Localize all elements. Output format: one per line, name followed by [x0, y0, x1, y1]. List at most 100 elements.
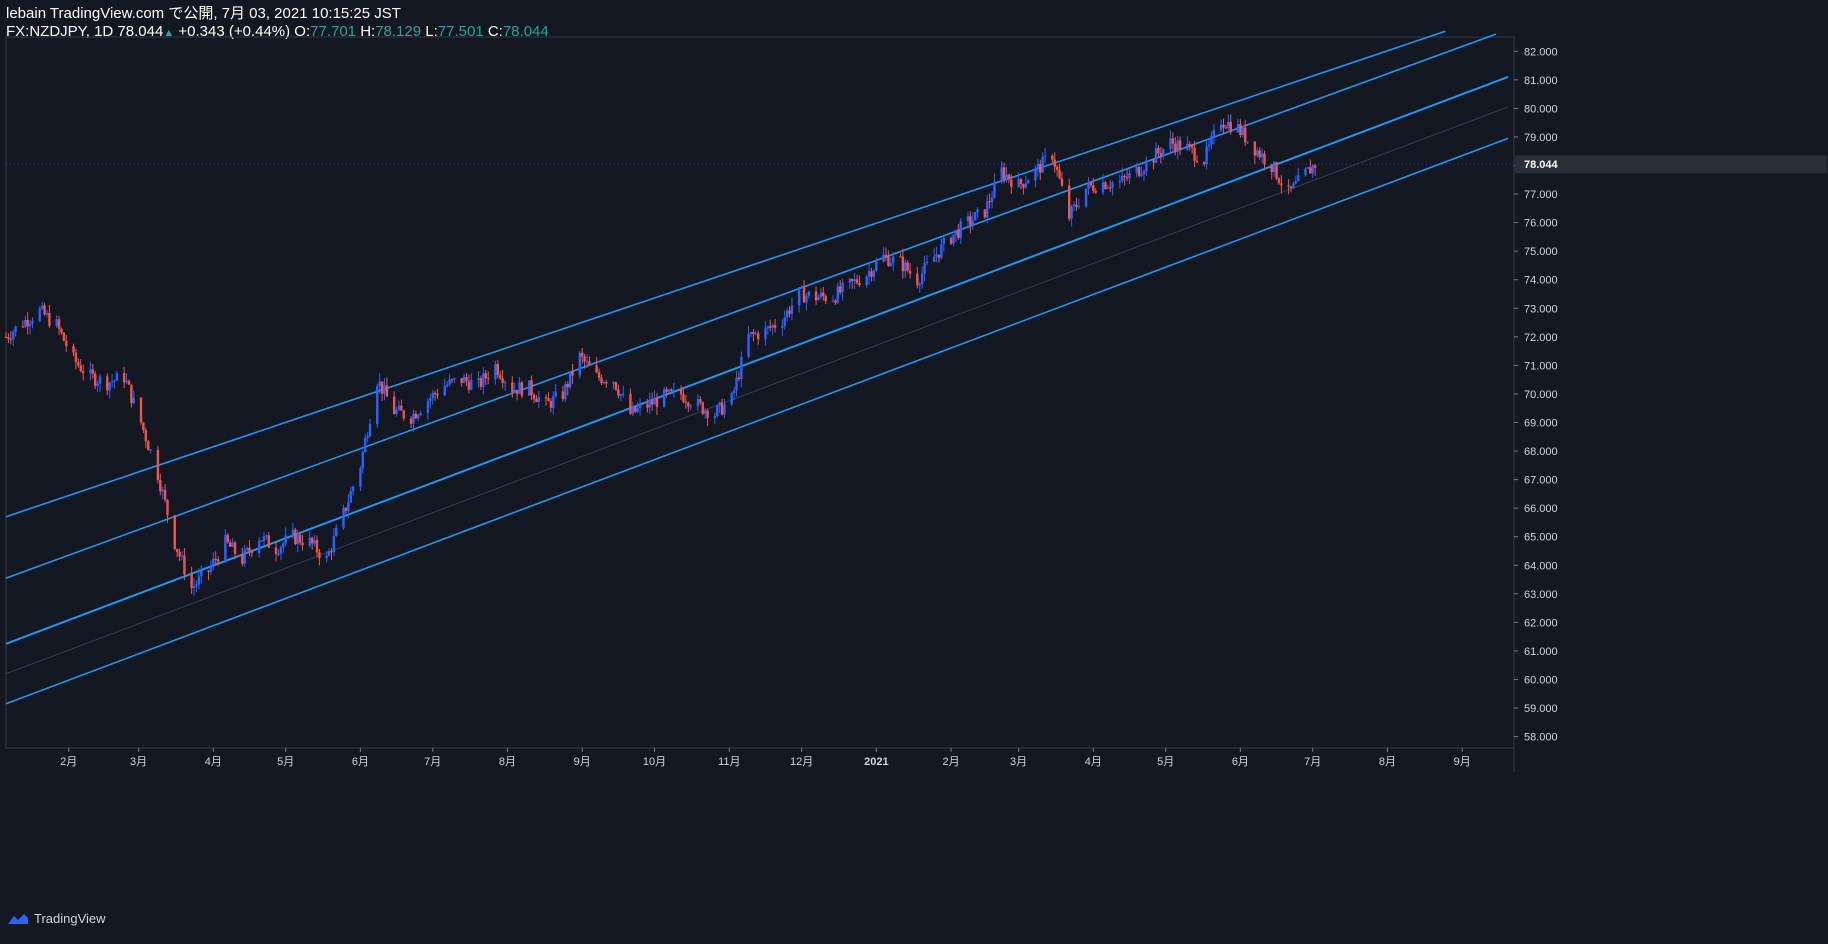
- candle-body: [1309, 167, 1312, 174]
- candle-body: [1000, 167, 1003, 182]
- y-tick-label: 62.000: [1524, 617, 1558, 629]
- y-tick-label: 63.000: [1524, 589, 1558, 601]
- candle-body: [361, 451, 365, 469]
- candle-body: [1246, 141, 1249, 143]
- candle-body: [1207, 144, 1211, 147]
- candle-body: [209, 566, 213, 572]
- candle-body: [40, 305, 44, 309]
- candle-body: [1154, 148, 1158, 163]
- candle-body: [279, 547, 283, 554]
- x-tick-label: 2月: [943, 756, 960, 768]
- candle-body: [819, 292, 823, 298]
- candle-body: [716, 406, 719, 417]
- candle-body: [183, 555, 186, 575]
- candle-body: [1075, 204, 1078, 207]
- candle-body: [45, 312, 49, 315]
- y-tick-label: 64.000: [1524, 560, 1558, 572]
- candle-body: [409, 418, 413, 424]
- candle-body: [595, 365, 598, 373]
- candle-body: [1297, 175, 1300, 182]
- plot-frame: [5, 36, 1515, 749]
- x-tick-label: 7月: [424, 756, 441, 768]
- y-tick-label: 71.000: [1524, 360, 1558, 372]
- candle-body: [771, 325, 774, 328]
- candle-body: [460, 378, 463, 384]
- candle-body: [841, 282, 844, 293]
- candle-body: [419, 413, 422, 416]
- candle-body: [1060, 178, 1064, 186]
- candle-body: [130, 384, 133, 403]
- candle-body: [954, 229, 958, 235]
- candle-body: [566, 383, 569, 388]
- candle-body: [400, 405, 403, 411]
- candle-body: [662, 389, 666, 407]
- candle-body: [98, 376, 102, 384]
- y-tick-label: 73.000: [1524, 303, 1558, 315]
- candle-body: [250, 551, 254, 554]
- candle-body: [380, 381, 384, 394]
- candle-body: [470, 379, 473, 390]
- candle-body: [764, 327, 767, 340]
- candle-body: [1002, 167, 1006, 179]
- y-tick-label: 72.000: [1524, 332, 1558, 344]
- candle-body: [477, 378, 480, 380]
- candle-body: [638, 404, 642, 409]
- candle-body: [395, 409, 398, 415]
- candle-body: [243, 549, 246, 564]
- candle-body: [349, 491, 352, 503]
- candle-body: [453, 378, 456, 380]
- candle-body: [291, 529, 295, 536]
- candle-body: [139, 397, 143, 423]
- candle-body: [224, 534, 227, 562]
- candle-body: [436, 394, 439, 396]
- candle-body: [12, 332, 15, 340]
- candle-body: [937, 254, 941, 258]
- candle-body: [1212, 130, 1216, 136]
- candle-body: [802, 286, 806, 303]
- candle-body: [368, 424, 372, 437]
- candle-body: [327, 551, 331, 556]
- candle-body: [48, 312, 51, 326]
- candle-body: [940, 244, 943, 258]
- candle-body: [26, 319, 29, 327]
- y-tick-label: 80.000: [1524, 103, 1558, 115]
- candle-body: [429, 398, 432, 402]
- candle-body: [1244, 127, 1247, 143]
- candle-body: [1108, 187, 1112, 189]
- x-tick-label: 4月: [1085, 756, 1102, 768]
- candle-body: [96, 383, 99, 386]
- candle-body: [1140, 174, 1143, 176]
- candle-body: [513, 389, 516, 393]
- candle-body: [175, 548, 179, 553]
- candle-body: [667, 389, 671, 392]
- x-tick-label: 4月: [205, 756, 222, 768]
- candle-body: [1289, 186, 1293, 189]
- candle-body: [785, 310, 789, 318]
- candle-body: [554, 391, 557, 397]
- channel-median-line: [5, 106, 1509, 675]
- candle-body: [687, 402, 690, 407]
- candle-body: [72, 346, 75, 353]
- candle-body: [1313, 165, 1317, 168]
- candle-body: [578, 352, 581, 376]
- candle-body: [265, 535, 268, 537]
- chart-area[interactable]: 82.00081.00080.00079.00078.00077.00076.0…: [0, 0, 1828, 939]
- candle-body: [518, 382, 521, 394]
- candle-body: [1277, 178, 1281, 184]
- candle-body: [501, 378, 504, 383]
- candle-body: [132, 397, 135, 403]
- candle-body: [600, 377, 603, 384]
- candle-body: [262, 536, 266, 541]
- candle-body: [511, 382, 514, 393]
- candle-body: [838, 286, 842, 293]
- y-tick-label: 61.000: [1524, 646, 1558, 658]
- price-chart[interactable]: 82.00081.00080.00079.00078.00077.00076.0…: [0, 0, 1828, 939]
- candle-body: [1157, 148, 1160, 154]
- candle-body: [1005, 174, 1008, 179]
- candle-body: [231, 542, 234, 547]
- candle-body: [935, 254, 938, 257]
- candle-body: [233, 542, 237, 554]
- candle-body: [684, 401, 688, 403]
- candle-body: [65, 340, 68, 347]
- candle-body: [1260, 153, 1264, 158]
